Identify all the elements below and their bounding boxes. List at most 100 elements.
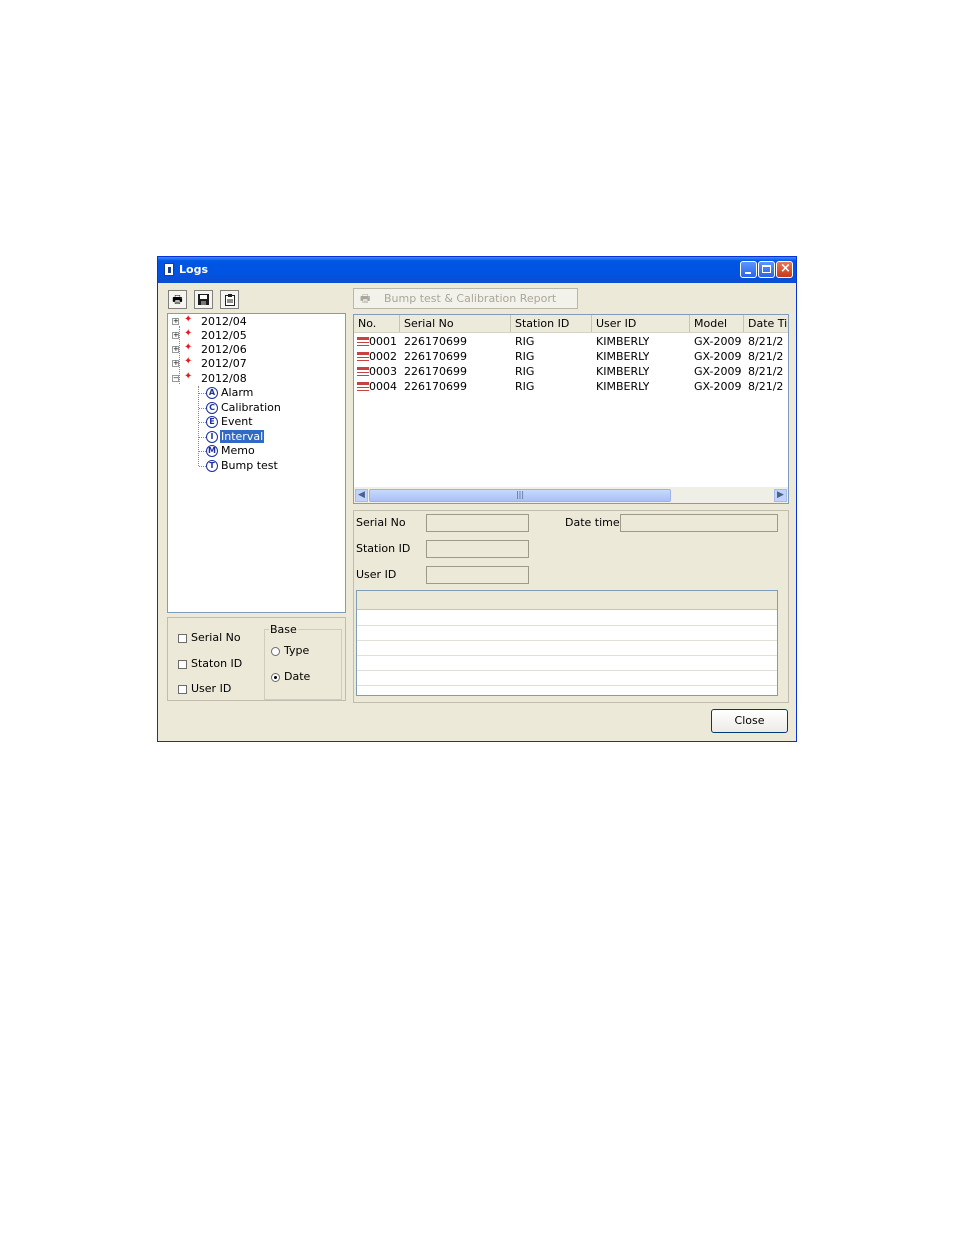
cell-date-time: 8/21/2 xyxy=(748,365,784,378)
type-radio[interactable] xyxy=(271,647,280,656)
cell-date-time: 8/21/2 xyxy=(748,335,784,348)
tree-node-memo[interactable]: M Memo xyxy=(192,444,342,458)
print-icon: 🖶 xyxy=(172,293,183,306)
serial-no-label: Serial No xyxy=(356,516,406,529)
tree-node-2012-08[interactable]: − ✦ 2012/08 xyxy=(172,371,342,386)
column-header-date-time[interactable]: Date Ti xyxy=(744,315,788,332)
column-header-serial-no[interactable]: Serial No xyxy=(400,315,511,332)
expand-icon[interactable]: + xyxy=(172,318,179,325)
filter-panel: Serial No Staton ID User ID Base Type Da… xyxy=(167,617,346,701)
cell-serial-no: 226170699 xyxy=(404,350,467,363)
tree-node-interval[interactable]: I Interval xyxy=(192,430,342,444)
tree-node-2012-06[interactable]: + ✦ 2012/06 xyxy=(172,342,342,357)
alarm-icon: A xyxy=(206,387,218,399)
tree-node-label: Calibration xyxy=(221,401,281,414)
tree-line xyxy=(199,393,206,394)
horizontal-scrollbar[interactable]: ◀ ||| ▶ xyxy=(354,487,788,503)
expand-icon[interactable]: + xyxy=(172,332,179,339)
tree-node-label: 2012/05 xyxy=(201,329,247,342)
clipboard-icon xyxy=(224,294,235,306)
date-radio-label: Date xyxy=(284,670,311,683)
table-row[interactable]: 0003 226170699 RIG KIMBERLY GX-2009 8/21… xyxy=(354,364,788,379)
close-button[interactable]: Close xyxy=(711,709,788,733)
tree-node-label: Memo xyxy=(221,444,255,457)
tree-node-bump-test[interactable]: T Bump test xyxy=(192,459,342,473)
cell-user-id: KIMBERLY xyxy=(596,380,650,393)
cell-serial-no: 226170699 xyxy=(404,335,467,348)
column-header-model[interactable]: Model xyxy=(690,315,744,332)
type-radio-label: Type xyxy=(284,644,310,657)
table-row[interactable]: 0004 226170699 RIG KIMBERLY GX-2009 8/21… xyxy=(354,379,788,394)
column-header-station-id[interactable]: Station ID xyxy=(511,315,592,332)
user-id-checkbox-label: User ID xyxy=(191,682,232,695)
station-id-checkbox-label: Staton ID xyxy=(191,657,243,670)
month-marker-icon: ✦ xyxy=(184,314,193,325)
title-bar[interactable]: Logs × xyxy=(158,257,796,283)
user-id-checkbox[interactable] xyxy=(178,685,187,694)
user-id-field[interactable] xyxy=(426,566,529,584)
scrollbar-thumb[interactable]: ||| xyxy=(369,489,671,502)
scroll-left-icon[interactable]: ◀ xyxy=(355,489,368,502)
expand-icon[interactable]: + xyxy=(172,346,179,353)
date-radio[interactable] xyxy=(271,673,280,682)
cell-date-time: 8/21/2 xyxy=(748,380,784,393)
tree-node-calibration[interactable]: C Calibration xyxy=(192,401,342,415)
station-id-checkbox[interactable] xyxy=(178,660,187,669)
tree-node-label: Alarm xyxy=(221,386,254,399)
close-window-button[interactable]: × xyxy=(776,261,793,278)
save-icon xyxy=(198,294,209,305)
cell-station-id: RIG xyxy=(515,380,535,393)
save-button[interactable] xyxy=(194,290,213,309)
column-header-user-id[interactable]: User ID xyxy=(592,315,690,332)
table-row[interactable]: 0001 226170699 RIG KIMBERLY GX-2009 8/21… xyxy=(354,334,788,349)
event-icon: E xyxy=(206,416,218,428)
table-row[interactable]: 0002 226170699 RIG KIMBERLY GX-2009 8/21… xyxy=(354,349,788,364)
bump-test-calibration-report-button[interactable]: 🖶 Bump test & Calibration Report xyxy=(353,288,578,309)
date-time-label: Date time xyxy=(565,516,620,529)
tree-node-label-selected: Interval xyxy=(220,430,265,443)
grid-row-line xyxy=(357,685,777,686)
grid-row-line xyxy=(357,640,777,641)
cell-serial-no: 226170699 xyxy=(404,380,467,393)
minimize-button[interactable] xyxy=(740,261,757,278)
grid-row-line xyxy=(357,670,777,671)
cell-model: GX-2009 xyxy=(694,380,742,393)
record-icon xyxy=(357,337,369,346)
station-id-field[interactable] xyxy=(426,540,529,558)
bump-test-icon: T xyxy=(206,460,218,472)
log-tree[interactable]: + ✦ 2012/04 + ✦ 2012/05 + ✦ 2012/06 + ✦ … xyxy=(167,313,346,613)
expand-icon[interactable]: + xyxy=(172,360,179,367)
detail-grid[interactable] xyxy=(356,590,778,696)
cell-date-time: 8/21/2 xyxy=(748,350,784,363)
tree-node-label: 2012/06 xyxy=(201,343,247,356)
scroll-right-icon[interactable]: ▶ xyxy=(774,489,787,502)
calibration-icon: C xyxy=(206,402,218,414)
cell-user-id: KIMBERLY xyxy=(596,350,650,363)
logs-table[interactable]: No. Serial No Station ID User ID Model D… xyxy=(353,314,789,504)
collapse-icon[interactable]: − xyxy=(172,375,179,382)
cell-user-id: KIMBERLY xyxy=(596,335,650,348)
cell-model: GX-2009 xyxy=(694,335,742,348)
maximize-icon xyxy=(762,265,771,273)
memo-icon: M xyxy=(206,445,218,457)
base-group-label: Base xyxy=(269,623,298,636)
cell-user-id: KIMBERLY xyxy=(596,365,650,378)
serial-no-checkbox[interactable] xyxy=(178,634,187,643)
tree-node-2012-05[interactable]: + ✦ 2012/05 xyxy=(172,328,342,343)
cell-station-id: RIG xyxy=(515,335,535,348)
clipboard-button[interactable] xyxy=(220,290,239,309)
tree-line xyxy=(199,451,206,452)
serial-no-field[interactable] xyxy=(426,514,529,532)
logs-window: Logs × 🖶 🖶 Bump test & Calibration Repor… xyxy=(157,256,797,742)
maximize-button[interactable] xyxy=(758,261,775,278)
tree-node-2012-04[interactable]: + ✦ 2012/04 xyxy=(172,314,342,329)
tree-node-alarm[interactable]: A Alarm xyxy=(192,386,342,400)
print-button[interactable]: 🖶 xyxy=(168,290,187,309)
date-time-field[interactable] xyxy=(620,514,778,532)
tree-node-label: 2012/08 xyxy=(201,372,247,385)
tree-line xyxy=(199,466,206,467)
tree-node-2012-07[interactable]: + ✦ 2012/07 xyxy=(172,356,342,371)
column-header-no[interactable]: No. xyxy=(354,315,400,332)
tree-node-event[interactable]: E Event xyxy=(192,415,342,429)
tree-node-label: Event xyxy=(221,415,253,428)
